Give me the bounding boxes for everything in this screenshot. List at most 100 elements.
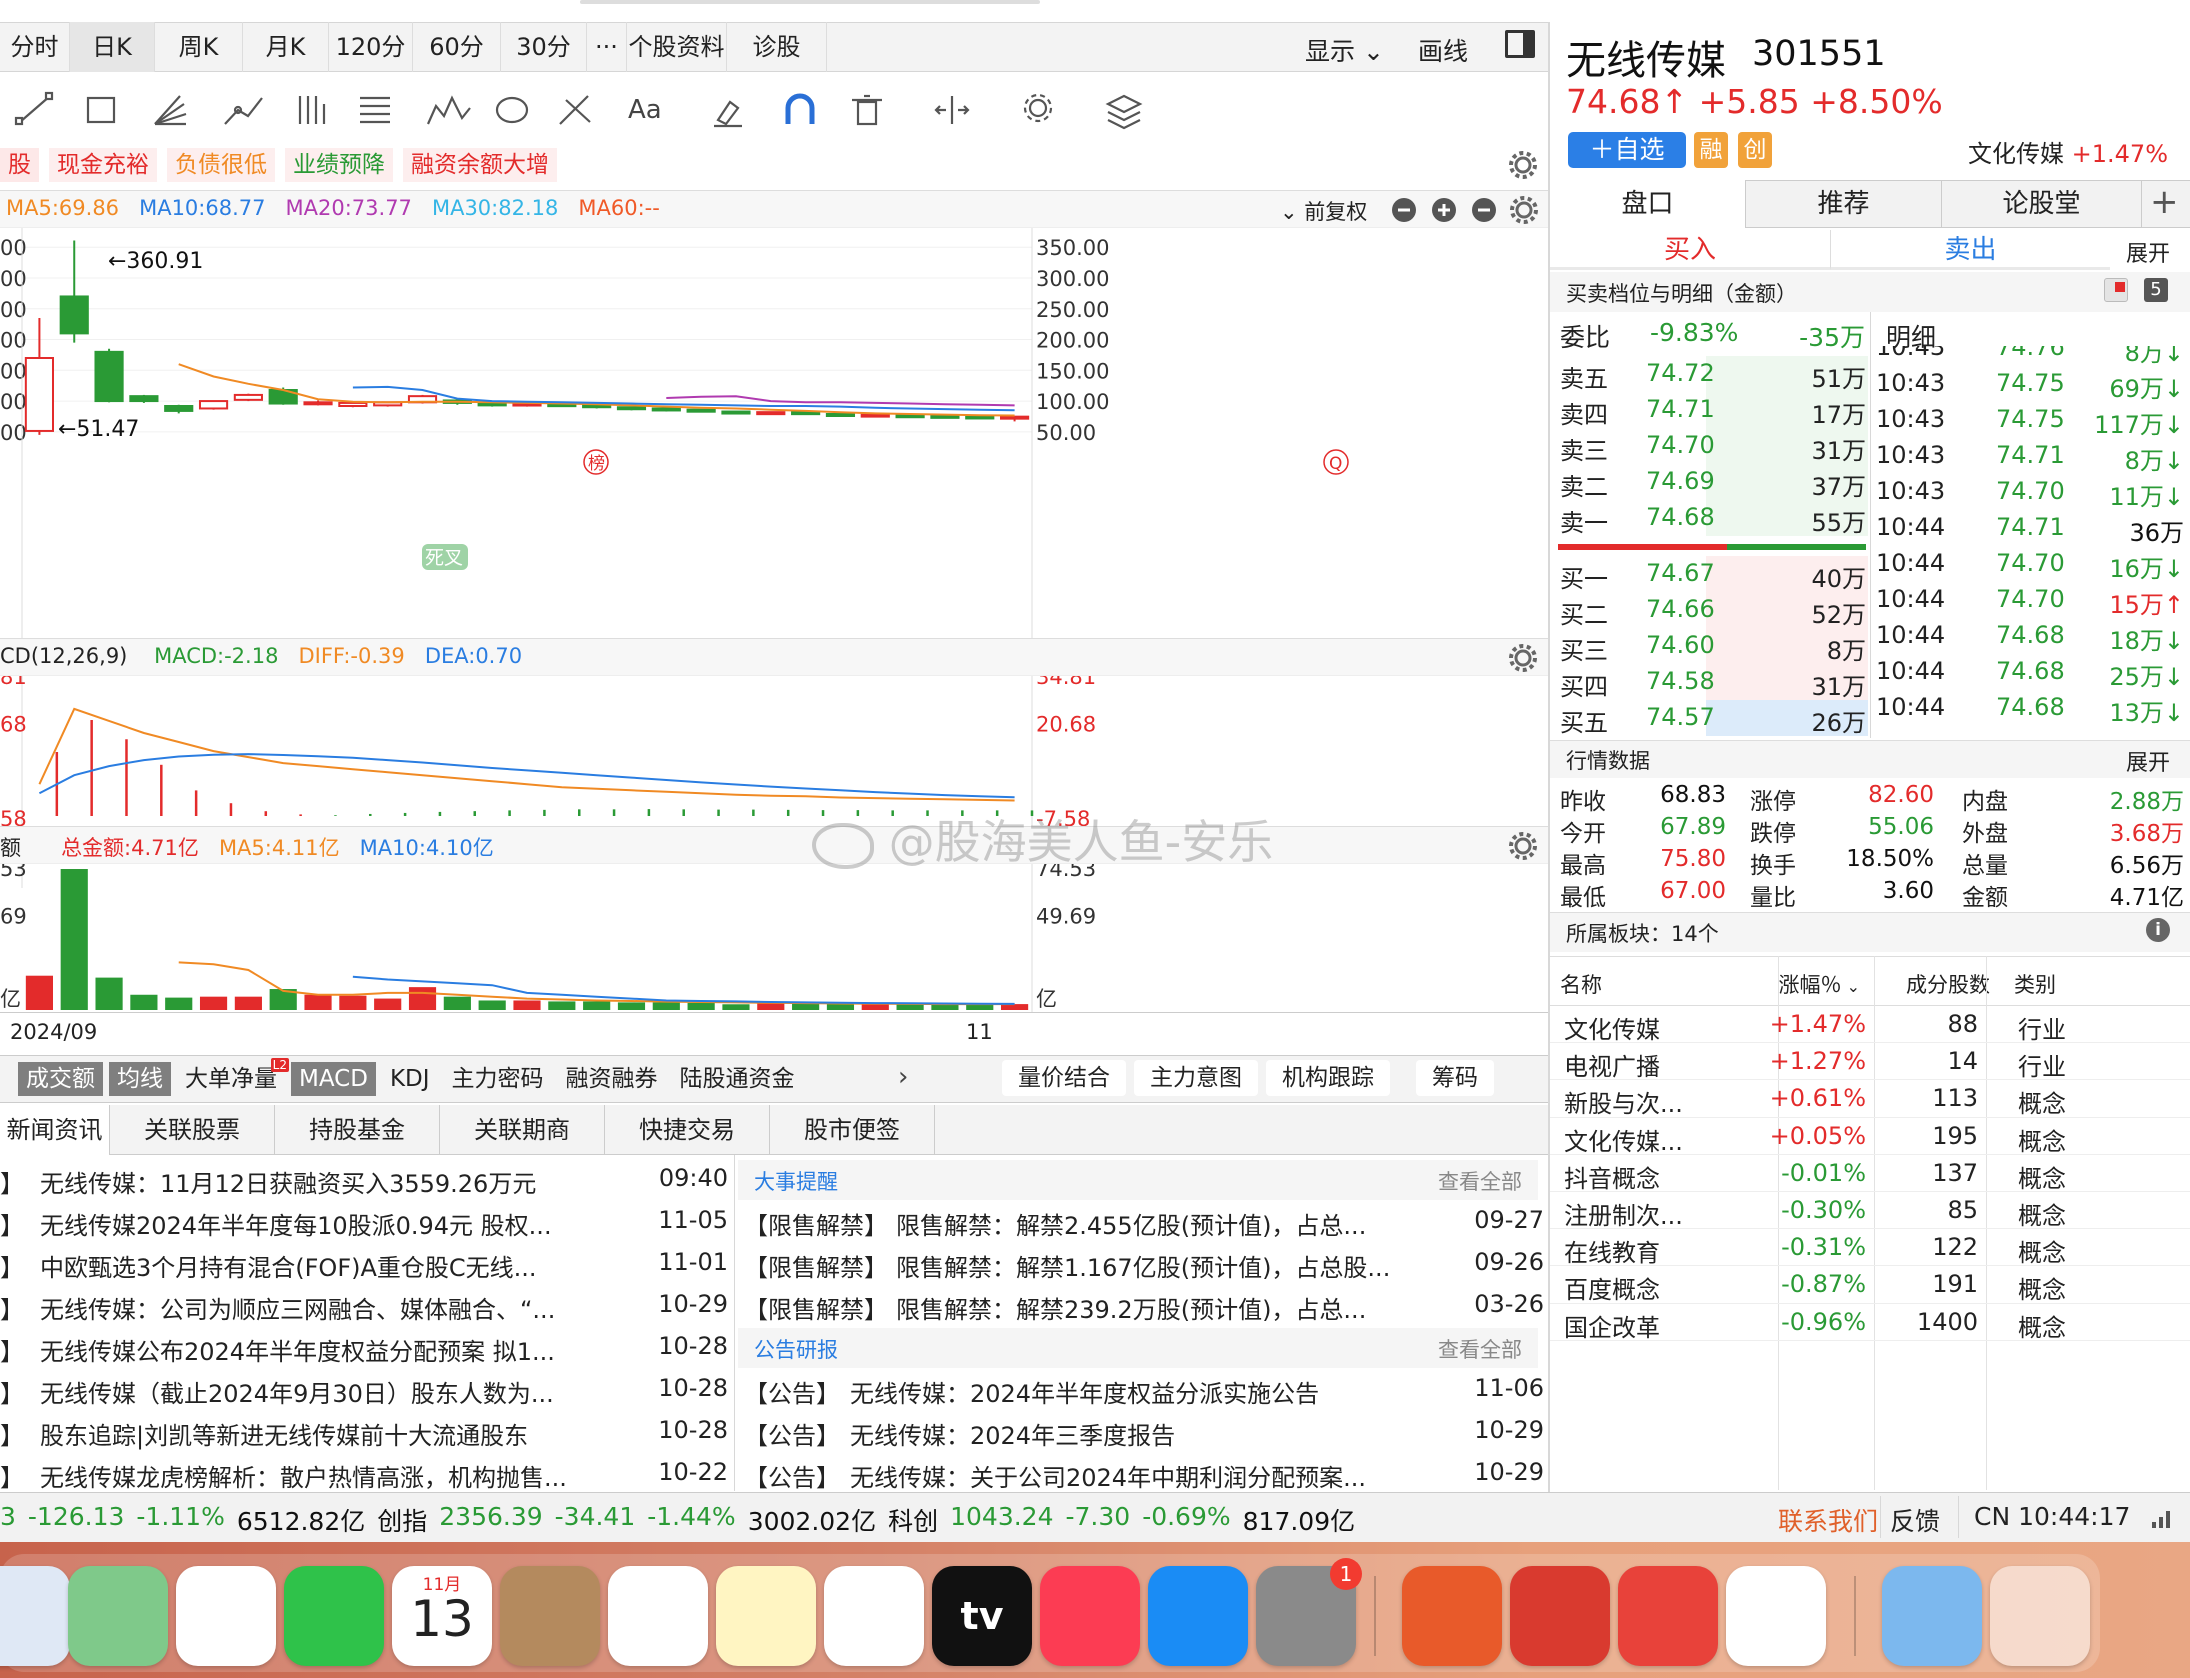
- sidebar-toggle-icon[interactable]: [1505, 30, 1535, 58]
- add-tab-icon[interactable]: +: [2150, 182, 2179, 222]
- sector-row[interactable]: 电视广播 +1.27% 14 行业: [1550, 1043, 2190, 1081]
- ask-row[interactable]: 卖一 74.68 55万: [1556, 500, 1868, 537]
- stock-tag-3[interactable]: 业绩预降: [285, 148, 393, 182]
- sector-row[interactable]: 抖音概念 -0.01% 137 概念: [1550, 1155, 2190, 1193]
- cycle-tool-icon[interactable]: [495, 96, 529, 124]
- fan-tool-icon[interactable]: [154, 95, 187, 126]
- layers-icon[interactable]: [1105, 94, 1143, 130]
- text-lines-tool-icon[interactable]: [360, 96, 390, 124]
- add-watchlist-button[interactable]: ＋自选: [1568, 132, 1686, 168]
- news-item[interactable]: 】中欧甄选3个月持有混合(FOF)A重仓股C无线... 11-01: [0, 1244, 732, 1286]
- sector-row[interactable]: 文化传媒... +0.05% 195 概念: [1550, 1118, 2190, 1156]
- news-item[interactable]: 】无线传媒2024年半年度每10股派0.94元 股权... 11-05: [0, 1202, 732, 1244]
- indicator-right-tab-0[interactable]: 量价结合: [1002, 1060, 1126, 1096]
- events-more-link[interactable]: 查看全部: [1438, 1166, 1522, 1196]
- trash-bin-icon[interactable]: [1990, 1566, 2090, 1666]
- news-tab-3[interactable]: 关联期商: [440, 1105, 605, 1155]
- display-menu[interactable]: 显示 ⌄: [1305, 32, 1384, 68]
- period-tab-9[interactable]: 诊股: [727, 22, 827, 72]
- sector-chip[interactable]: 文化传媒 +1.47%: [1968, 134, 2168, 169]
- wave-tool-icon[interactable]: [426, 95, 471, 125]
- sector-col-0[interactable]: 名称: [1560, 969, 1602, 999]
- sector-row[interactable]: 百度概念 -0.87% 191 概念: [1550, 1266, 2190, 1304]
- buy-tab[interactable]: 买入: [1550, 230, 1830, 270]
- indicator-right-tab-1[interactable]: 主力意图: [1134, 1060, 1258, 1096]
- apple-tv-icon[interactable]: tv: [932, 1566, 1032, 1666]
- info-icon[interactable]: i: [2146, 918, 2170, 942]
- indicator-tab-0[interactable]: 成交额: [18, 1062, 103, 1096]
- netease-music-icon[interactable]: [1618, 1566, 1718, 1666]
- polyline-tool-icon[interactable]: [224, 97, 263, 125]
- events-item[interactable]: 【限售解禁】 限售解禁：解禁1.167亿股(预计值)，占总股... 09-26: [738, 1244, 1544, 1284]
- split-icon[interactable]: [934, 96, 970, 124]
- news-item[interactable]: 】无线传媒：公司为顺应三网融合、媒体融合、“... 10-29: [0, 1286, 732, 1328]
- news-item[interactable]: 】无线传媒龙虎榜解析：散户热情高涨，机构抛售... 10-22: [0, 1454, 732, 1496]
- right-tab-0[interactable]: 盘口: [1550, 180, 1746, 228]
- bid-row[interactable]: 买三 74.60 8万: [1556, 628, 1868, 665]
- qa-marker[interactable]: Q: [1323, 449, 1349, 475]
- book-mode-icon[interactable]: [2104, 278, 2128, 302]
- magnet-icon[interactable]: [785, 93, 815, 124]
- chart-gear-icon[interactable]: [1510, 196, 1538, 224]
- indicator-tab-2[interactable]: 大单净量 L2: [177, 1058, 289, 1096]
- notices-item[interactable]: 【公告】 无线传媒：2024年三季度报告 10-29: [738, 1412, 1544, 1452]
- news-item[interactable]: 】无线传媒：11月12日获融资买入3559.26万元 09:40: [0, 1160, 732, 1202]
- notices-item[interactable]: 【公告】 无线传媒：关于公司2024年中期利润分配预案... 10-29: [738, 1454, 1544, 1494]
- quote-expand-button[interactable]: 展开: [2126, 745, 2170, 777]
- line-tool-icon[interactable]: [14, 91, 54, 126]
- notes-icon[interactable]: [716, 1566, 816, 1666]
- music-icon[interactable]: [1040, 1566, 1140, 1666]
- period-tab-0[interactable]: 分时: [0, 22, 70, 72]
- news-item[interactable]: 】无线传媒（截止2024年9月30日）股东人数为... 10-28: [0, 1370, 732, 1412]
- downloads-folder-icon[interactable]: [1882, 1566, 1982, 1666]
- news-item[interactable]: 】无线传媒公布2024年半年度权益分配预案 拟1... 10-28: [0, 1328, 732, 1370]
- period-tab-8[interactable]: 个股资料: [627, 22, 727, 72]
- trash-icon[interactable]: [852, 94, 882, 126]
- news-tab-1[interactable]: 关联股票: [110, 1105, 275, 1155]
- eraser-icon[interactable]: [714, 100, 742, 128]
- period-tab-3[interactable]: 月K: [243, 22, 329, 72]
- indicator-right-tab-3[interactable]: 筹码: [1416, 1060, 1494, 1096]
- sector-col-2[interactable]: 成分股数: [1880, 969, 1990, 999]
- stock-tag-4[interactable]: 融资余额大增: [403, 148, 557, 182]
- photos-icon[interactable]: [176, 1566, 276, 1666]
- notices-item[interactable]: 【公告】 无线传媒：2024年半年度权益分派实施公告 11-06: [738, 1370, 1544, 1410]
- system-settings-icon[interactable]: 1: [1256, 1558, 1362, 1666]
- ask-row[interactable]: 卖二 74.69 37万: [1556, 464, 1868, 501]
- draw-button[interactable]: 画线: [1418, 32, 1468, 68]
- bid-row[interactable]: 买五 74.57 26万: [1556, 700, 1868, 737]
- death-cross-marker[interactable]: 死叉: [422, 544, 468, 570]
- news-tab-2[interactable]: 持股基金: [275, 1105, 440, 1155]
- mail-icon[interactable]: [0, 1566, 70, 1666]
- ask-row[interactable]: 卖五 74.72 51万: [1556, 356, 1868, 393]
- indicator-tab-7[interactable]: 陆股通资金: [672, 1062, 803, 1096]
- stock-tag-0[interactable]: 股: [0, 148, 39, 182]
- dragon-tiger-marker[interactable]: 榜: [583, 449, 609, 475]
- stock-tag-2[interactable]: 负债很低: [167, 148, 275, 182]
- maps-icon[interactable]: [68, 1566, 168, 1666]
- period-tab-6[interactable]: 30分: [501, 22, 587, 72]
- bid-row[interactable]: 买一 74.67 40万: [1556, 556, 1868, 593]
- feedback-button[interactable]: 反馈: [1890, 1502, 1940, 1538]
- rect-tool-icon[interactable]: [86, 96, 116, 124]
- period-tab-5[interactable]: 60分: [413, 22, 501, 72]
- period-tab-1[interactable]: 日K: [70, 22, 155, 72]
- ask-row[interactable]: 卖三 74.70 31万: [1556, 428, 1868, 465]
- sector-row[interactable]: 注册制次... -0.30% 85 概念: [1550, 1192, 2190, 1230]
- right-tab-2[interactable]: 论股堂: [1942, 180, 2142, 228]
- app-store-icon[interactable]: [1148, 1566, 1248, 1666]
- sector-col-3[interactable]: 类别: [2014, 969, 2056, 999]
- period-tab-2[interactable]: 周K: [155, 22, 243, 72]
- period-tab-7[interactable]: ···: [587, 22, 627, 72]
- font-tool-icon[interactable]: Aa: [628, 95, 662, 125]
- zoom-out-icon[interactable]: [1392, 198, 1416, 222]
- events-item[interactable]: 【限售解禁】 限售解禁：解禁2.455亿股(预计值)，占总... 09-27: [738, 1202, 1544, 1242]
- right-tab-1[interactable]: 推荐: [1746, 180, 1942, 228]
- video-player-icon[interactable]: [1726, 1566, 1826, 1666]
- indicator-right-tab-2[interactable]: 机构跟踪: [1266, 1060, 1390, 1096]
- events-item[interactable]: 【限售解禁】 限售解禁：解禁239.2万股(预计值)，占总... 03-26: [738, 1286, 1544, 1326]
- indicator-tab-4[interactable]: KDJ: [382, 1062, 438, 1096]
- contact-us-link[interactable]: 联系我们: [1778, 1502, 1878, 1538]
- sector-row[interactable]: 国企改革 -0.96% 1400 概念: [1550, 1304, 2190, 1342]
- news-tab-5[interactable]: 股市便签: [770, 1105, 935, 1155]
